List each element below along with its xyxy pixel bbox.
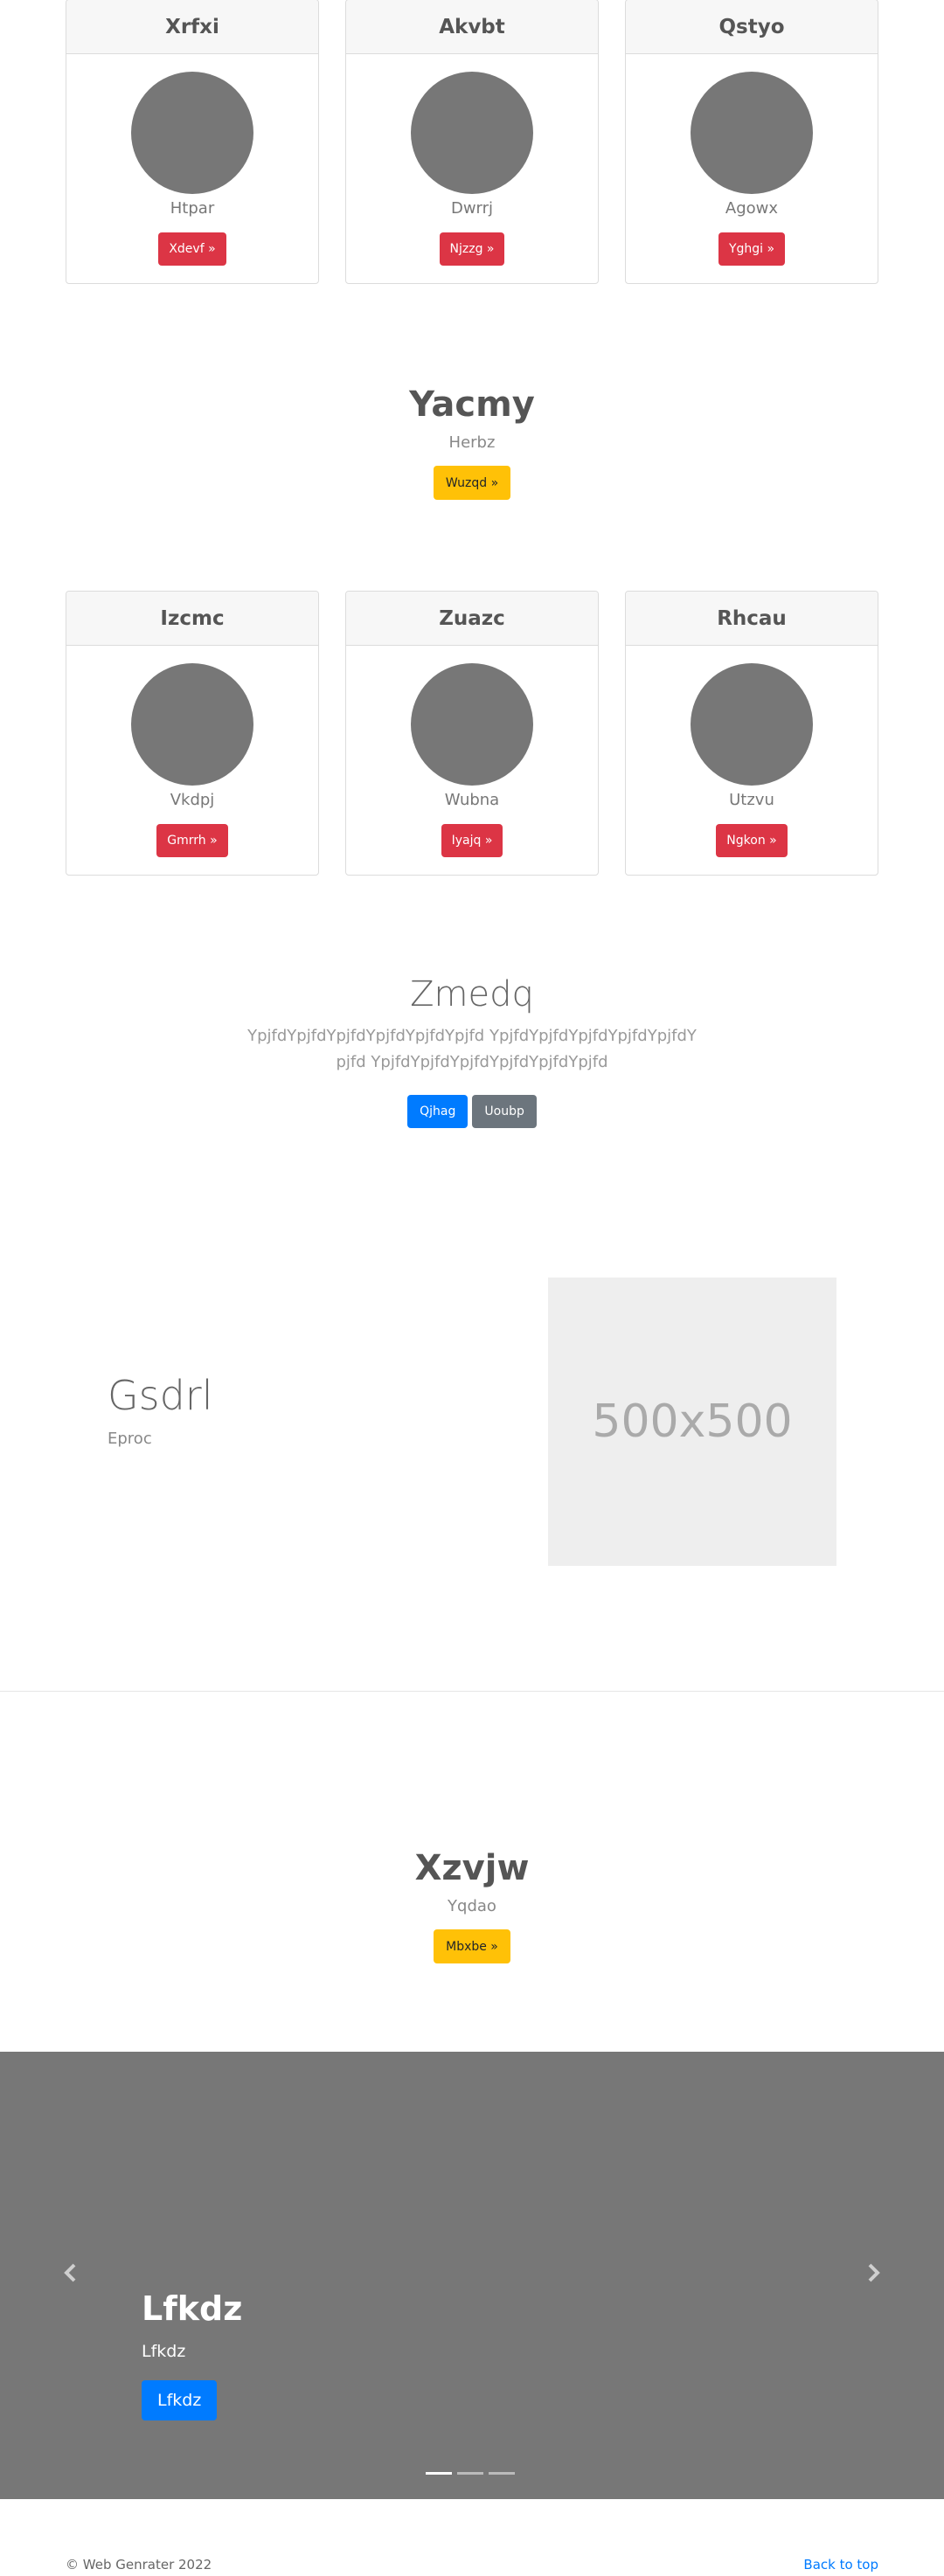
carousel-title: Lfkdz: [142, 2289, 243, 2328]
primary-button[interactable]: Qjhag: [407, 1095, 469, 1128]
card: Zuazc Wubna Iyajq »: [345, 591, 599, 876]
carousel-indicator[interactable]: [426, 2472, 452, 2475]
jumbotron-title: Zmedq: [410, 974, 534, 1014]
card-title: Xrfxi: [66, 0, 318, 54]
card: Izcmc Vkdpj Gmrrh »: [66, 591, 319, 876]
feature-button[interactable]: Mbxbe »: [434, 1929, 510, 1963]
cards-row-top: Xrfxi Htpar Xdevf » Akvbt Dwrrj Njzzg » …: [66, 0, 878, 284]
feature-subtitle: Yqdao: [448, 1897, 496, 1915]
placeholder-image: 500x500: [548, 1278, 836, 1566]
carousel-indicator[interactable]: [489, 2472, 515, 2475]
card-button[interactable]: Gmrrh »: [156, 824, 228, 857]
feature-subtitle: Herbz: [448, 433, 496, 452]
card-subtitle: Agowx: [725, 199, 779, 218]
card-title: Zuazc: [346, 592, 598, 646]
carousel: Lfkdz Lfkdz Lfkdz: [0, 2052, 944, 2499]
card-button[interactable]: Xdevf »: [158, 232, 226, 266]
chevron-left-icon: [64, 2263, 76, 2282]
feature-title: Xzvjw: [414, 1848, 530, 1888]
chevron-right-icon: [868, 2263, 880, 2282]
carousel-button[interactable]: Lfkdz: [142, 2380, 218, 2420]
back-to-top-link[interactable]: Back to top: [803, 2557, 878, 2573]
card-button[interactable]: Iyajq »: [441, 824, 503, 857]
carousel-next-button[interactable]: [860, 2260, 886, 2286]
card-button[interactable]: Ngkon »: [716, 824, 788, 857]
avatar-placeholder: [131, 72, 253, 194]
card: Rhcau Utzvu Ngkon »: [625, 591, 878, 876]
split-subtitle: Eproc: [108, 1430, 152, 1448]
avatar-placeholder: [131, 663, 253, 786]
card-subtitle: Wubna: [444, 791, 500, 809]
card-title: Qstyo: [626, 0, 878, 54]
carousel-prev-button[interactable]: [58, 2260, 84, 2286]
card-subtitle: Dwrrj: [450, 199, 494, 218]
carousel-subtitle: Lfkdz: [142, 2342, 186, 2361]
card-subtitle: Htpar: [170, 199, 215, 218]
card: Qstyo Agowx Yghgi »: [625, 0, 878, 284]
card: Akvbt Dwrrj Njzzg »: [345, 0, 599, 284]
card-button[interactable]: Yghgi »: [718, 232, 786, 266]
feature-section-2: Xzvjw Yqdao Mbxbe »: [0, 1848, 944, 1963]
placeholder-image-label: 500x500: [592, 1395, 793, 1448]
jumbotron-lead: YpjfdYpjfdYpjfdYpjfdYpjfdYpjfd YpjfdYpjf…: [247, 1027, 697, 1071]
card-title: Rhcau: [626, 592, 878, 646]
carousel-caption: Lfkdz Lfkdz Lfkdz: [142, 2289, 242, 2420]
footer-copyright: © Web Genrater 2022: [66, 2557, 212, 2573]
card-subtitle: Utzvu: [729, 791, 774, 809]
feature-button[interactable]: Wuzqd »: [433, 466, 511, 500]
avatar-placeholder: [691, 72, 813, 194]
avatar-placeholder: [411, 72, 533, 194]
avatar-placeholder: [691, 663, 813, 786]
card-subtitle: Vkdpj: [170, 791, 215, 809]
card-button[interactable]: Njzzg »: [439, 232, 505, 266]
split-title: Gsdrl: [108, 1372, 213, 1419]
avatar-placeholder: [411, 663, 533, 786]
card-title: Izcmc: [66, 592, 318, 646]
carousel-indicator[interactable]: [457, 2472, 483, 2475]
carousel-indicators: [426, 2472, 515, 2475]
card: Xrfxi Htpar Xdevf »: [66, 0, 319, 284]
secondary-button[interactable]: Uoubp: [472, 1095, 537, 1128]
card-title: Akvbt: [346, 0, 598, 54]
section-divider: [0, 1691, 944, 1692]
feature-section: Yacmy Herbz Wuzqd »: [0, 384, 944, 500]
jumbotron: Zmedq YpjfdYpjfdYpjfdYpjfdYpjfdYpjfd Ypj…: [0, 974, 944, 1128]
feature-title: Yacmy: [409, 384, 535, 425]
cards-row-bottom: Izcmc Vkdpj Gmrrh » Zuazc Wubna Iyajq » …: [66, 591, 878, 876]
